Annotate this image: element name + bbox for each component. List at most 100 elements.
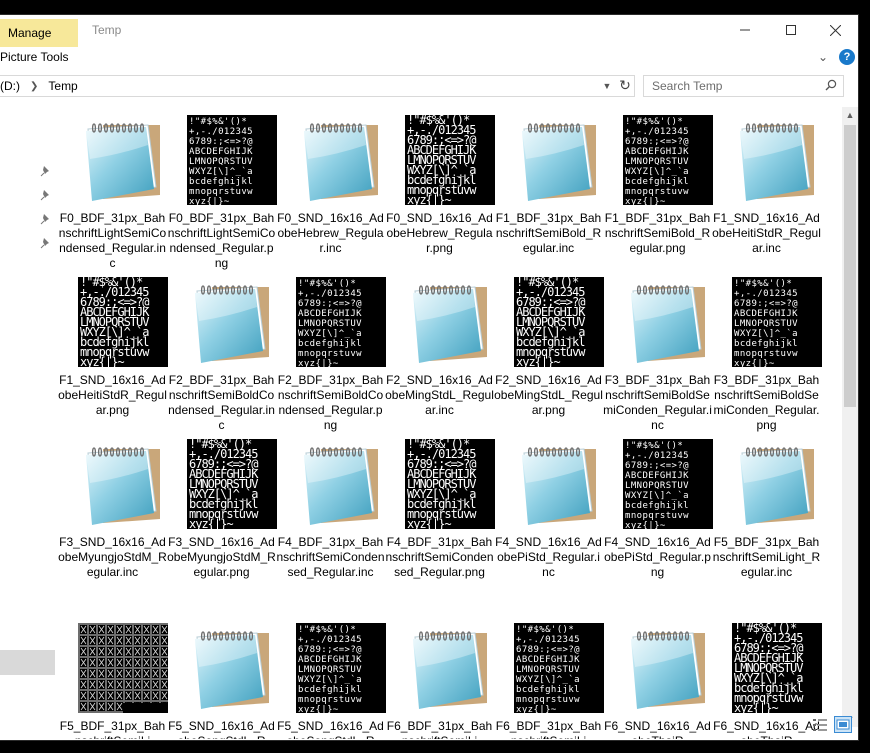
explorer-window: Manage Picture Tools Temp ⌄ ? (D:) ❯ Tem… xyxy=(0,14,859,741)
pin-icon[interactable] xyxy=(40,165,52,177)
manage-tab[interactable]: Manage xyxy=(0,19,78,47)
pin-icon[interactable] xyxy=(40,189,52,201)
minimize-button[interactable] xyxy=(722,15,768,45)
file-item[interactable]: !"#$%&'()* +,-./012345 6789:;<=>?@ ABCDEFGH… xyxy=(385,431,495,591)
file-item[interactable]: !"#$%&'()* +,-./012345 6789:;<=>?@ ABCDEFGH… xyxy=(167,431,277,591)
file-item[interactable]: F3_BDF_31px_BahnschriftSemiBoldSemiConde… xyxy=(603,269,713,432)
inc-file-thumbnail xyxy=(623,277,713,367)
png-thumbnail: !"#$%&'()* +,-./012345 6789:;<=>?@ ABCDEFGH… xyxy=(187,115,277,205)
file-item[interactable]: F0_BDF_31px_BahnschriftLightSemiCondense… xyxy=(58,107,167,270)
breadcrumb-chevron-icon[interactable]: ❯ xyxy=(30,81,38,92)
breadcrumb-drive[interactable]: (D:) xyxy=(0,79,20,93)
svg-text:WXYZ[\]^_`a: WXYZ[\]^_`a xyxy=(189,166,253,177)
pin-icon[interactable] xyxy=(40,213,52,225)
svg-text:!"#$%&'()*: !"#$%&'()* xyxy=(298,625,356,635)
close-button[interactable] xyxy=(812,15,858,45)
ribbon-expand-chevron-icon[interactable]: ⌄ xyxy=(818,50,828,64)
help-icon[interactable]: ? xyxy=(839,49,855,65)
svg-text:!"#$%&'()*: !"#$%&'()* xyxy=(625,441,683,451)
png-thumbnail: !"#$%&'()* +,-./012345 6789:;<=>?@ ABCDEFGH… xyxy=(623,115,713,205)
font-sheet-thumbnail: !"#$%&'()*+,-./0123456789:;<=>?@ABCDEFGH… xyxy=(405,115,495,205)
svg-text:mnopqrstuvw: mnopqrstuvw xyxy=(516,695,580,705)
file-item[interactable]: F1_SND_16x16_AdobeHeitiStdR_Regular.inc xyxy=(712,107,821,267)
file-item[interactable]: !"#$%&'()* +,-./012345 6789:;<=>?@ ABCDEFGH… xyxy=(167,107,277,270)
file-name: F5_SND_16x16_AdobeSongStdL_R xyxy=(168,719,275,739)
search-icon[interactable] xyxy=(825,79,837,91)
file-name: F0_BDF_31px_BahnschriftLightSemiCondense… xyxy=(167,211,276,270)
svg-text:LMNOPQRSTUV: LMNOPQRSTUV xyxy=(189,157,253,167)
file-item[interactable]: F4_BDF_31px_BahnschriftSemiCondensed_Reg… xyxy=(276,431,385,591)
nav-selected-item[interactable] xyxy=(0,650,55,675)
svg-text:ABCDEFGHIJK: ABCDEFGHIJK xyxy=(189,147,253,157)
png-thumbnail: !"#$%&'()* +,-./012345 6789:;<=>?@ ABCDEFGH… xyxy=(405,115,495,205)
file-name: F3_BDF_31px_BahnschriftSemiBoldSemiConde… xyxy=(713,373,820,432)
svg-text:6789:;<=>?@: 6789:;<=>?@ xyxy=(189,137,253,147)
notepad-icon xyxy=(740,123,814,201)
maximize-button[interactable] xyxy=(768,15,814,45)
file-item[interactable]: F2_BDF_31px_BahnschriftSemiBoldCondensed… xyxy=(167,269,276,432)
inc-file-thumbnail xyxy=(296,115,386,205)
png-thumbnail: !"#$%&'()* +,-./012345 6789:;<=>?@ ABCDEFGH… xyxy=(514,277,604,367)
file-name: F5_SND_16x16_AdobeSongStdL_R xyxy=(277,719,384,739)
file-item[interactable]: F3_SND_16x16_AdobeMyungjoStdM_Regular.in… xyxy=(58,431,167,591)
scrollbar-thumb[interactable] xyxy=(844,125,856,407)
address-bar[interactable]: (D:) ❯ Temp ▼ xyxy=(0,75,635,97)
file-item[interactable]: !"#$%&'()* +,-./012345 6789:;<=>?@ ABCDEFGH… xyxy=(494,269,604,429)
svg-text:bcdefghijkl: bcdefghijkl xyxy=(189,177,253,187)
file-item[interactable]: !"#$%&'()* +,-./012345 6789:;<=>?@ ABCDEFGH… xyxy=(494,615,604,739)
file-item[interactable]: F5_BDF_31px_BahnschriftSemiLight_Regular… xyxy=(712,431,821,591)
large-icons-view-icon[interactable] xyxy=(834,716,852,733)
breadcrumb-folder[interactable]: Temp xyxy=(48,79,77,93)
file-item[interactable]: F6_SND_16x16_AdobeThaiR xyxy=(603,615,712,739)
file-grid: F0_BDF_31px_BahnschriftLightSemiCondense… xyxy=(58,107,838,739)
font-sheet-thumbnail: !"#$%&'()*+,-./0123456789:;<=>?@ABCDEFGH… xyxy=(623,115,713,205)
file-item[interactable]: !"#$%&'()* +,-./012345 6789:;<=>?@ ABCDEFGH… xyxy=(603,431,713,591)
font-sheet-thumbnail: !"#$%&'()*+,-./0123456789:;<=>?@ABCDEFGH… xyxy=(187,115,277,205)
svg-text:6789:;<=>?@: 6789:;<=>?@ xyxy=(516,645,580,655)
file-name: F4_BDF_31px_BahnschriftSemiCondensed_Reg… xyxy=(385,535,494,579)
file-name: F6_BDF_31px_BahnschriftSemiLi xyxy=(495,719,602,739)
file-item[interactable]: F5_SND_16x16_AdobeSongStdL_R xyxy=(167,615,276,739)
details-view-icon[interactable] xyxy=(812,718,828,732)
file-item[interactable]: F1_BDF_31px_BahnschriftSemiBold_Regular.… xyxy=(494,107,603,267)
vertical-scrollbar[interactable]: ▲ ▼ xyxy=(842,107,858,727)
file-name: F5_BDF_31px_BahnschriftSemiLi xyxy=(59,719,166,739)
pin-icon[interactable] xyxy=(40,237,52,249)
svg-text:xyz{|}~: xyz{|}~ xyxy=(625,197,666,205)
svg-text:LMNOPQRSTUV: LMNOPQRSTUV xyxy=(625,481,689,491)
svg-text:xyz{|}~: xyz{|}~ xyxy=(407,517,451,529)
file-name: F6_SND_16x16_AdobeThaiR xyxy=(713,719,820,739)
file-item[interactable]: F4_SND_16x16_AdobePiStd_Regular.inc xyxy=(494,431,603,591)
file-item[interactable]: F6_BDF_31px_BahnschriftSemiLi xyxy=(385,615,494,739)
file-item[interactable]: !"#$%&'()* +,-./012345 6789:;<=>?@ ABCDEFGH… xyxy=(58,269,168,429)
file-item[interactable]: F5_BDF_31px_BahnschriftSemiLi xyxy=(58,615,168,739)
notepad-icon xyxy=(413,285,487,363)
notepad-icon xyxy=(740,447,814,525)
search-input[interactable]: Search Temp xyxy=(643,75,844,97)
inc-file-thumbnail xyxy=(78,439,168,529)
file-item[interactable]: F0_SND_16x16_AdobeHebrew_Regular.inc xyxy=(276,107,385,267)
file-item[interactable]: !"#$%&'()* +,-./012345 6789:;<=>?@ ABCDEFGH… xyxy=(712,615,822,739)
svg-text:ABCDEFGHIJK: ABCDEFGHIJK xyxy=(734,309,798,319)
file-name: F0_SND_16x16_AdobeHebrew_Regular.png xyxy=(386,211,493,255)
font-sheet-thumbnail: !"#$%&'()*+,-./0123456789:;<=>?@ABCDEFGH… xyxy=(187,439,277,529)
svg-text:+,-./012345: +,-./012345 xyxy=(189,127,253,137)
file-item[interactable]: !"#$%&'()* +,-./012345 6789:;<=>?@ ABCDEFGH… xyxy=(385,107,495,267)
svg-text:!"#$%&'()*: !"#$%&'()* xyxy=(298,279,356,289)
file-item[interactable]: !"#$%&'()* +,-./012345 6789:;<=>?@ ABCDEFGH… xyxy=(712,269,822,432)
scroll-up-arrow-icon[interactable]: ▲ xyxy=(842,107,858,123)
file-item[interactable]: F2_SND_16x16_AdobeMingStdL_Regular.inc xyxy=(385,269,494,429)
notepad-icon xyxy=(522,123,596,201)
svg-text:xyz{|}~: xyz{|}~ xyxy=(80,355,124,367)
file-item[interactable]: !"#$%&'()* +,-./012345 6789:;<=>?@ ABCDEFGH… xyxy=(603,107,713,267)
file-item[interactable]: !"#$%&'()* +,-./012345 6789:;<=>?@ ABCDEFGH… xyxy=(276,269,386,432)
svg-text:6789:;<=>?@: 6789:;<=>?@ xyxy=(625,461,689,471)
refresh-icon[interactable]: ↻ xyxy=(615,75,635,95)
address-dropdown-icon[interactable]: ▼ xyxy=(600,76,614,96)
file-name: F2_SND_16x16_AdobeMingStdL_Regular.inc xyxy=(385,373,494,417)
svg-text:6789:;<=>?@: 6789:;<=>?@ xyxy=(625,137,689,147)
file-item[interactable]: !"#$%&'()* +,-./012345 6789:;<=>?@ ABCDEFGH… xyxy=(276,615,386,739)
svg-text:xyz{|}~: xyz{|}~ xyxy=(189,197,230,205)
inc-file-thumbnail xyxy=(514,115,604,205)
svg-text:bcdefghijkl: bcdefghijkl xyxy=(625,177,689,187)
